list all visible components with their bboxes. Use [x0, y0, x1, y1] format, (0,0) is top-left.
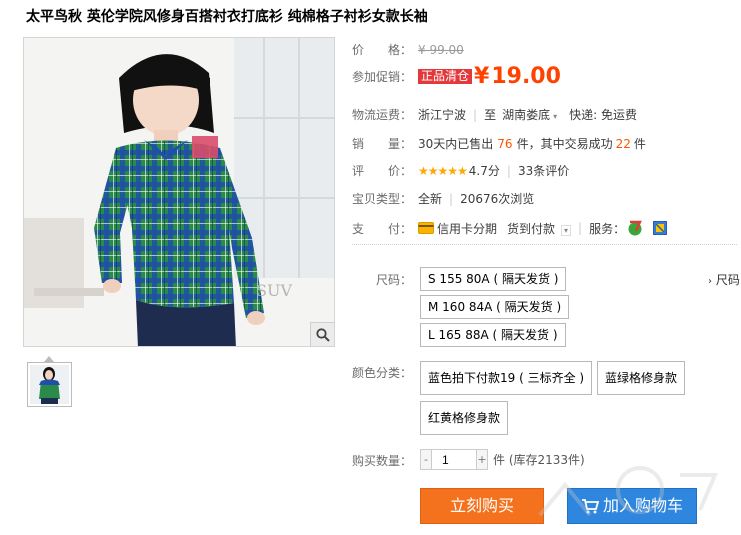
- destination-value: 湖南娄底: [502, 108, 551, 122]
- promo-row: 参加促销： 正品清仓 ¥ 19.00: [352, 64, 561, 89]
- rating-stars: ★★★★★: [418, 163, 468, 178]
- size-option-s[interactable]: S 155 80A ( 隔天发货 ): [420, 267, 567, 291]
- reviews-link[interactable]: 33条评价: [518, 162, 569, 179]
- color-option-blue[interactable]: 蓝色拍下付款19 ( 三标齐全 ): [420, 361, 593, 395]
- rating-score: 4.7分: [468, 164, 500, 178]
- seven-day-return-icon[interactable]: [627, 219, 643, 237]
- product-title: 太平鸟秋 英伦学院风修身百搭衬衣打底衫 纯棉格子衬衫女款长袖: [26, 9, 428, 25]
- promo-price: 19.00: [491, 64, 561, 89]
- quantity-decrease-button[interactable]: -: [420, 449, 432, 470]
- size-label: 尺码：: [376, 273, 413, 287]
- sales-sold-count: 76: [497, 136, 513, 151]
- image-watermark: SUV: [256, 281, 292, 300]
- quantity-increase-button[interactable]: +: [476, 449, 488, 470]
- service-label: 服务：: [589, 221, 626, 236]
- original-price: ¥ 99.00: [418, 42, 464, 57]
- shipping-from: 浙江宁波: [418, 108, 467, 122]
- sales-mid: 件，其中交易成功: [516, 137, 613, 151]
- item-type: 全新: [418, 192, 443, 206]
- promo-tag: 正品清仓: [418, 69, 473, 84]
- destination-select[interactable]: 湖南娄底 ▾: [502, 106, 557, 123]
- quantity-stepper: - + 件 (库存2133件): [420, 449, 585, 470]
- cod-option[interactable]: 货到付款 ▾: [507, 220, 572, 237]
- rating-label: 评 价：: [352, 164, 413, 178]
- chevron-down-icon: ▾: [553, 112, 558, 121]
- credit-installment-label: 信用卡分期: [437, 221, 498, 236]
- price-row: 价 格： ¥ 99.00: [352, 41, 464, 58]
- shopping-cart-icon: [581, 499, 599, 514]
- chevron-down-icon: ▾: [561, 224, 572, 236]
- info-row: 宝贝类型： 全新 | 20676次浏览: [352, 190, 534, 207]
- payment-row: 支 付： 信用卡分期 货到付款 ▾ | 服务：: [352, 219, 668, 237]
- add-to-cart-button[interactable]: 加入购物车: [567, 488, 697, 524]
- credit-installment-option[interactable]: 信用卡分期: [418, 220, 497, 237]
- color-label: 颜色分类：: [352, 366, 413, 380]
- quantity-label: 购买数量：: [352, 454, 413, 468]
- color-option-red-yellow[interactable]: 红黄格修身款: [420, 401, 509, 435]
- add-to-cart-label: 加入购物车: [602, 496, 683, 515]
- rating-row: 评 价： ★★★★★ 4.7分 | 33条评价: [352, 162, 569, 179]
- shipping-to-prefix: 至: [484, 108, 497, 122]
- sales-success-count: 22: [615, 136, 631, 151]
- cod-label: 货到付款: [507, 221, 556, 236]
- separator: |: [506, 163, 511, 178]
- price-label: 价 格：: [352, 43, 413, 57]
- quantity-input[interactable]: [432, 449, 476, 470]
- credit-card-icon: [418, 222, 434, 234]
- sales-suffix: 件: [633, 137, 646, 151]
- sales-row: 销 量： 30天内已售出 76 件，其中交易成功 22 件: [352, 135, 646, 152]
- guarantee-icon[interactable]: [653, 221, 668, 235]
- shipping-label: 物流运费：: [352, 108, 413, 122]
- product-main-image[interactable]: SUV: [23, 37, 335, 347]
- promo-currency: ¥: [474, 64, 490, 89]
- size-chart-label: 尺码: [715, 273, 740, 287]
- promo-label: 参加促销：: [352, 70, 413, 84]
- shipping-fee: 快递: 免运费: [569, 108, 637, 122]
- separator: |: [449, 191, 454, 206]
- magnifier-icon: [315, 327, 330, 342]
- shipping-row: 物流运费： 浙江宁波 | 至 湖南娄底 ▾ 快递: 免运费: [352, 106, 637, 123]
- chevron-right-icon: ›: [708, 276, 712, 287]
- zoom-button[interactable]: [310, 322, 334, 346]
- sales-prefix: 30天内已售出: [418, 137, 494, 151]
- stock-count: 件 (库存2133件): [493, 453, 585, 467]
- size-option-m[interactable]: M 160 84A ( 隔天发货 ): [420, 295, 570, 319]
- section-divider: [352, 244, 737, 245]
- size-option-l[interactable]: L 165 88A ( 隔天发货 ): [420, 323, 566, 347]
- product-photo: SUV: [24, 38, 334, 346]
- color-option-blue-green[interactable]: 蓝绿格修身款: [597, 361, 686, 395]
- buy-now-button[interactable]: 立刻购买: [420, 488, 544, 524]
- size-chart-link[interactable]: › 尺码: [708, 271, 740, 288]
- thumbnail-photo: [30, 365, 69, 404]
- info-label: 宝贝类型：: [352, 192, 413, 206]
- sales-label: 销 量：: [352, 137, 413, 151]
- view-count: 20676次浏览: [460, 192, 535, 206]
- payment-label: 支 付：: [352, 221, 413, 236]
- separator: |: [578, 221, 583, 235]
- separator: |: [473, 107, 478, 122]
- thumbnail-image[interactable]: [27, 362, 72, 407]
